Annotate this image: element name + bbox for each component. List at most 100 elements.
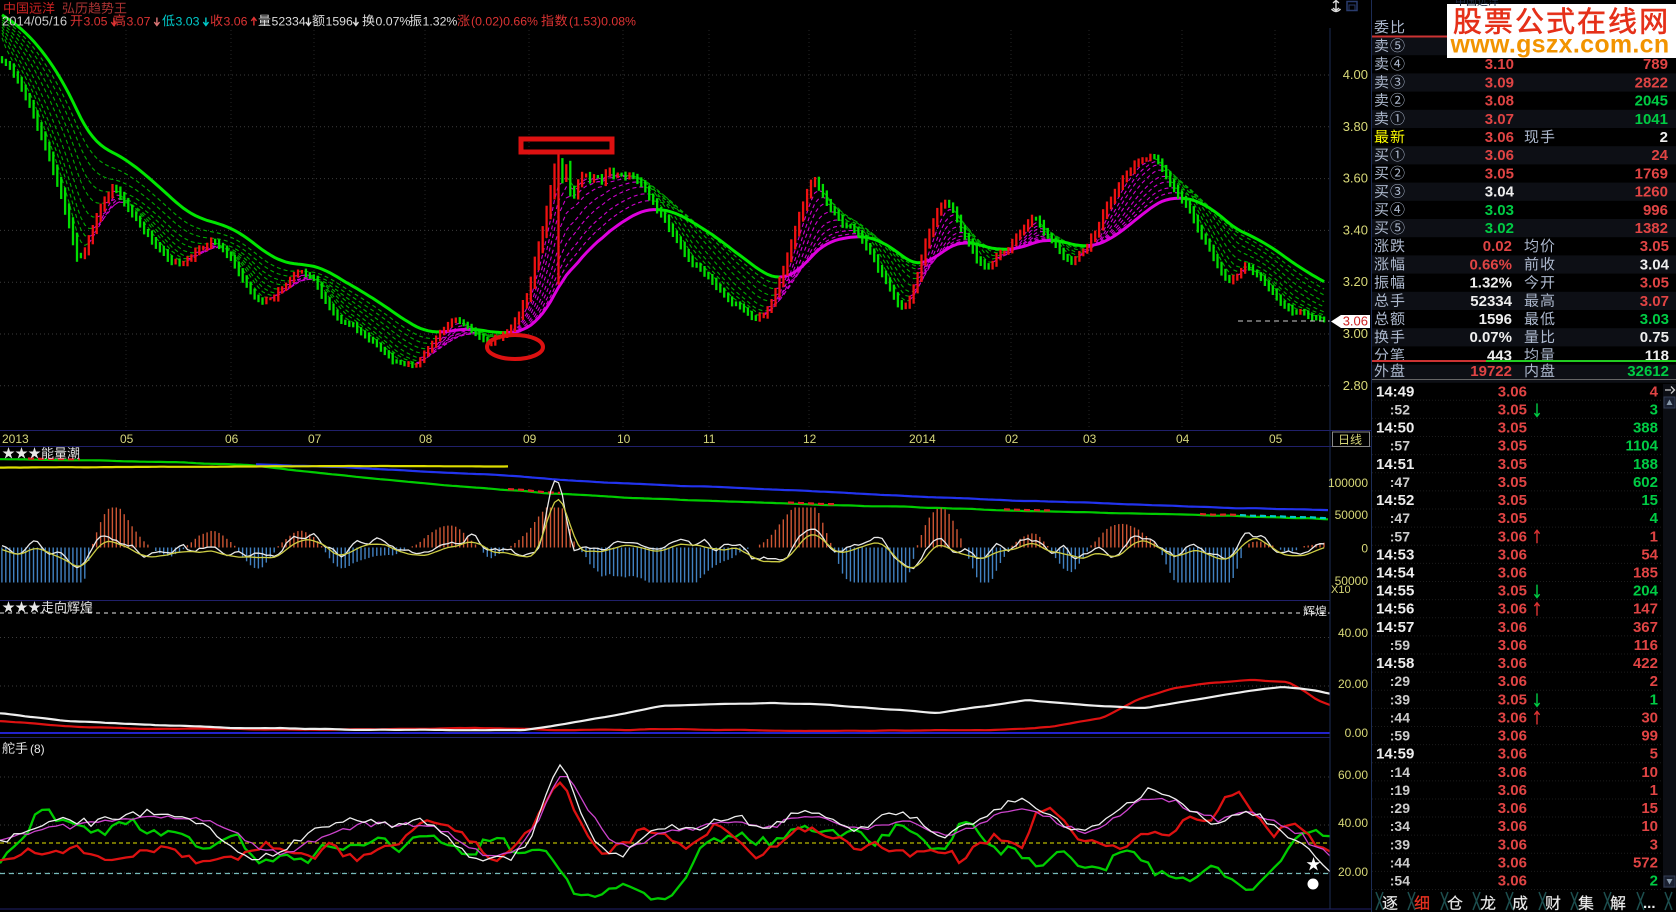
svg-text:3.06: 3.06 xyxy=(1498,655,1527,672)
svg-text:1.32%: 1.32% xyxy=(423,15,458,29)
svg-text::29: :29 xyxy=(1390,800,1410,816)
svg-text:11: 11 xyxy=(703,432,716,446)
svg-text:0.00: 0.00 xyxy=(1345,726,1369,740)
svg-text:10: 10 xyxy=(1641,818,1658,835)
svg-text:3.06: 3.06 xyxy=(1498,709,1527,726)
svg-text:1: 1 xyxy=(1650,782,1658,799)
svg-text:2822: 2822 xyxy=(1635,74,1668,91)
svg-text::57: :57 xyxy=(1390,438,1410,454)
svg-text:1596: 1596 xyxy=(326,15,354,29)
svg-text:2045: 2045 xyxy=(1635,93,1668,110)
svg-text:(1.53)0.08%: (1.53)0.08% xyxy=(569,15,636,29)
svg-text:19722: 19722 xyxy=(1470,363,1512,380)
svg-text:100000: 100000 xyxy=(1328,476,1368,490)
svg-text:24: 24 xyxy=(1651,147,1668,164)
svg-text:5: 5 xyxy=(1650,746,1658,763)
svg-text:99: 99 xyxy=(1641,728,1658,745)
svg-text::54: :54 xyxy=(1390,873,1410,889)
svg-text:3.06: 3.06 xyxy=(1498,764,1527,781)
svg-text:1104: 1104 xyxy=(1625,438,1658,455)
svg-text:3.07: 3.07 xyxy=(127,15,151,29)
svg-text:52334: 52334 xyxy=(1470,293,1512,310)
svg-text:3.07: 3.07 xyxy=(1485,111,1514,128)
svg-text::44: :44 xyxy=(1390,709,1410,725)
svg-text::34: :34 xyxy=(1390,818,1410,834)
svg-text:32612: 32612 xyxy=(1627,363,1669,380)
svg-text:4.00: 4.00 xyxy=(1343,67,1368,82)
svg-text:15: 15 xyxy=(1641,800,1658,817)
svg-text:0: 0 xyxy=(1361,542,1368,556)
svg-text:20.00: 20.00 xyxy=(1338,865,1368,879)
svg-text:3.04: 3.04 xyxy=(1640,256,1670,273)
svg-text:3.05: 3.05 xyxy=(1498,420,1527,437)
svg-text:3.60: 3.60 xyxy=(1343,171,1368,186)
svg-text:602: 602 xyxy=(1633,474,1658,491)
svg-text:2: 2 xyxy=(1650,673,1658,690)
svg-text:3.06: 3.06 xyxy=(1498,565,1527,582)
svg-text::59: :59 xyxy=(1390,637,1410,653)
svg-text:1.32%: 1.32% xyxy=(1469,275,1512,292)
svg-text:X10: X10 xyxy=(1331,584,1351,596)
svg-text:3.06: 3.06 xyxy=(1498,873,1527,890)
svg-text::47: :47 xyxy=(1390,510,1410,526)
svg-text:3.09: 3.09 xyxy=(1485,74,1514,91)
svg-text:03: 03 xyxy=(1083,432,1097,446)
svg-text:3.07: 3.07 xyxy=(1640,293,1669,310)
svg-text:3.10: 3.10 xyxy=(1485,56,1514,73)
svg-text:3.06: 3.06 xyxy=(224,15,248,29)
svg-text:14:58: 14:58 xyxy=(1376,655,1414,672)
svg-text:3.06: 3.06 xyxy=(1343,314,1368,329)
svg-text:30: 30 xyxy=(1641,709,1658,726)
svg-text::52: :52 xyxy=(1390,401,1410,417)
svg-text:3.06: 3.06 xyxy=(1498,673,1527,690)
svg-text:3.03: 3.03 xyxy=(1485,202,1514,219)
svg-text:3.20: 3.20 xyxy=(1343,274,1368,289)
svg-text:3.05: 3.05 xyxy=(1498,456,1527,473)
svg-text:3.06: 3.06 xyxy=(1498,854,1527,871)
svg-text:3.05: 3.05 xyxy=(1498,438,1527,455)
svg-text:388: 388 xyxy=(1633,420,1658,437)
svg-text:3.06: 3.06 xyxy=(1498,601,1527,618)
svg-text::57: :57 xyxy=(1390,528,1410,544)
svg-text:3: 3 xyxy=(1650,836,1658,853)
svg-text:10: 10 xyxy=(1641,764,1658,781)
svg-text:40.00: 40.00 xyxy=(1338,626,1368,640)
svg-text:14:57: 14:57 xyxy=(1376,619,1414,636)
svg-text:14:50: 14:50 xyxy=(1376,420,1414,437)
svg-text:14:51: 14:51 xyxy=(1376,456,1414,473)
svg-text:09: 09 xyxy=(523,432,537,446)
svg-text::39: :39 xyxy=(1390,691,1410,707)
svg-text:3.06: 3.06 xyxy=(1498,836,1527,853)
svg-text:...: ... xyxy=(1643,895,1656,912)
svg-text:05: 05 xyxy=(1269,432,1283,446)
svg-text:996: 996 xyxy=(1643,202,1668,219)
svg-text:3: 3 xyxy=(1650,401,1658,418)
svg-text:3.40: 3.40 xyxy=(1343,222,1368,237)
svg-text:4: 4 xyxy=(1650,383,1659,400)
svg-text:3.06: 3.06 xyxy=(1498,728,1527,745)
svg-text:2013: 2013 xyxy=(2,432,29,446)
svg-text:10: 10 xyxy=(617,432,631,446)
svg-text:3.05: 3.05 xyxy=(84,15,108,29)
svg-text:3.06: 3.06 xyxy=(1498,619,1527,636)
svg-text::39: :39 xyxy=(1390,836,1410,852)
svg-text:08: 08 xyxy=(419,432,433,446)
svg-text:14:55: 14:55 xyxy=(1376,583,1414,600)
svg-text:3.06: 3.06 xyxy=(1498,818,1527,835)
svg-text:4: 4 xyxy=(1650,510,1659,527)
svg-text:1: 1 xyxy=(1650,691,1658,708)
svg-text:3.05: 3.05 xyxy=(1640,238,1669,255)
svg-text:52334: 52334 xyxy=(272,15,306,29)
svg-text:1382: 1382 xyxy=(1635,220,1668,237)
svg-text:1769: 1769 xyxy=(1635,165,1668,182)
svg-text:14:54: 14:54 xyxy=(1376,565,1415,582)
svg-text:789: 789 xyxy=(1643,56,1668,73)
svg-text:0.07%: 0.07% xyxy=(1469,329,1512,346)
svg-text:116: 116 xyxy=(1634,637,1658,654)
svg-text:14:59: 14:59 xyxy=(1376,746,1414,763)
svg-text:20.00: 20.00 xyxy=(1338,677,1368,691)
svg-text:3.05: 3.05 xyxy=(1498,401,1527,418)
svg-text:2: 2 xyxy=(1650,873,1658,890)
svg-text:3.05: 3.05 xyxy=(1485,165,1514,182)
svg-text:422: 422 xyxy=(1633,655,1658,672)
